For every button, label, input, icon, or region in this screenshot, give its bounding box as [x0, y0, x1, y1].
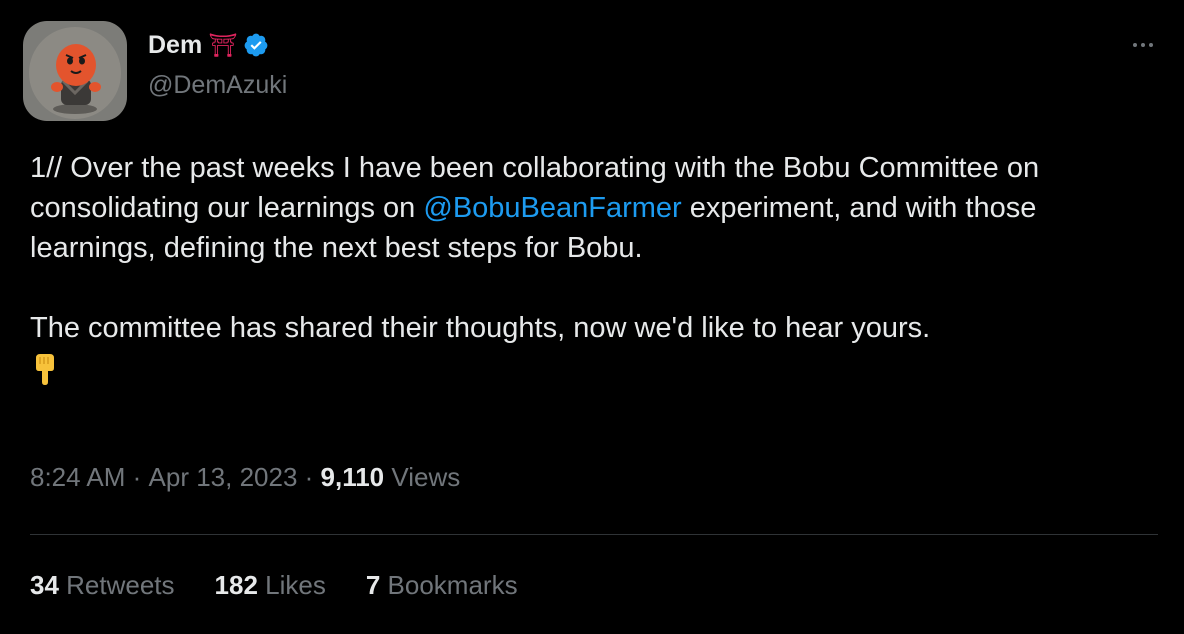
likes-count: 182 — [214, 570, 258, 600]
tweet-text-part: The committee has shared their thoughts,… — [30, 312, 931, 344]
avatar[interactable] — [23, 21, 127, 121]
tweet-date[interactable]: Apr 13, 2023 — [149, 462, 298, 493]
engagement-stats: 34 Retweets 182 Likes 7 Bookmarks — [30, 570, 518, 601]
more-dot-icon — [1149, 43, 1153, 47]
more-options-button[interactable] — [1126, 28, 1160, 62]
tweet-meta: 8:24 AM · Apr 13, 2023 · 9,110 Views — [30, 462, 460, 493]
tweet-paragraph-2: The committee has shared their thoughts,… — [30, 308, 1150, 348]
retweets-stat[interactable]: 34 Retweets — [30, 570, 175, 601]
meta-separator: · — [125, 462, 149, 492]
bookmarks-label: Bookmarks — [380, 570, 518, 600]
tweet-text: 1// Over the past weeks I have been coll… — [30, 148, 1150, 388]
retweets-count: 34 — [30, 570, 59, 600]
likes-label: Likes — [257, 570, 326, 600]
tweet-time[interactable]: 8:24 AM — [30, 462, 125, 493]
more-dot-icon — [1133, 43, 1137, 47]
pointing-down-hand-icon — [36, 354, 54, 386]
bookmarks-stat[interactable]: 7 Bookmarks — [366, 570, 518, 601]
author-display-name[interactable]: Dem — [148, 31, 202, 60]
bookmarks-count: 7 — [365, 570, 381, 600]
torii-gate-icon: ⛩ — [208, 31, 238, 58]
tweet-emoji-line — [30, 348, 1150, 388]
views-label: Views — [384, 462, 461, 492]
likes-stat[interactable]: 182 Likes — [215, 570, 326, 601]
author-name-row: Dem ⛩ — [148, 27, 269, 63]
avatar-image — [23, 21, 127, 121]
divider — [30, 534, 1158, 535]
author-handle[interactable]: @DemAzuki — [148, 71, 287, 100]
meta-separator: · — [297, 462, 321, 492]
views-count: 9,110 — [320, 462, 385, 492]
verified-badge-icon[interactable] — [243, 32, 269, 58]
more-dot-icon — [1141, 43, 1145, 47]
mention-link[interactable]: @BobuBeanFarmer — [423, 192, 681, 224]
tweet-paragraph-1: 1// Over the past weeks I have been coll… — [30, 148, 1150, 268]
retweets-label: Retweets — [58, 570, 175, 600]
